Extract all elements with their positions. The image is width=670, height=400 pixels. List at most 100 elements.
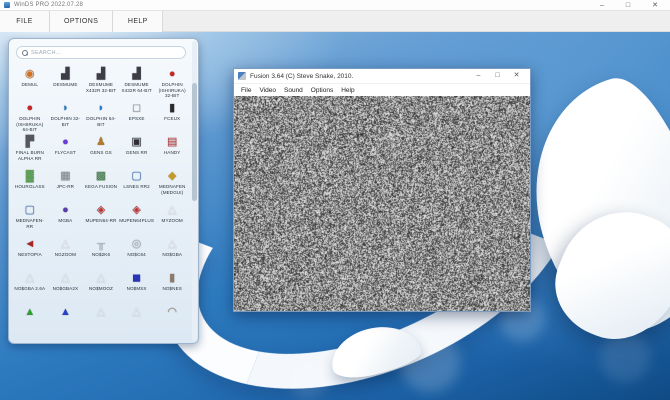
- fusion-menu-video[interactable]: Video: [255, 87, 280, 94]
- launcher-item-nestopia[interactable]: ◄ NESTOPIA: [12, 235, 48, 269]
- launcher-item-mgba[interactable]: ● MGBA: [48, 201, 84, 235]
- maximize-button[interactable]: □: [626, 0, 630, 11]
- launcher-item-myzoom[interactable]: △ MYZOOM: [154, 201, 190, 235]
- launcher-item-label: EPSXE: [129, 116, 145, 122]
- launcher-item-fceux[interactable]: ▮ FCEUX: [154, 99, 190, 133]
- handy-icon: ▤: [167, 136, 177, 149]
- lsnes-icon: ▢: [131, 170, 141, 183]
- fusion-close-button[interactable]: ✕: [507, 69, 526, 83]
- launcher-item-ngzoom[interactable]: △ NGZOOM: [48, 235, 84, 269]
- fusion-maximize-button[interactable]: □: [488, 69, 507, 83]
- emulator-static-display: [234, 96, 530, 311]
- launcher-item-label: FINAL BURN ALPHA RR: [12, 150, 47, 161]
- launcher-item-label: HOURGLASS: [15, 184, 45, 190]
- app-icon: [4, 2, 10, 8]
- fusion-window-title: Fusion 3.64 (C) Steve Snake, 2010.: [250, 73, 353, 80]
- nomsx-floppy-icon: ◼: [132, 272, 141, 285]
- launcher-item[interactable]: △: [119, 303, 155, 337]
- launcher-item-gens-rr[interactable]: ▣ GENS RR: [119, 133, 155, 167]
- nestopia-zapper-icon: ◄: [24, 238, 35, 251]
- launcher-item-flycast[interactable]: ● FLYCAST: [48, 133, 84, 167]
- launcher-item-no-gba-2-6a[interactable]: △ NO$GBA 2.6A: [12, 269, 48, 303]
- launcher-item-kega-fusion[interactable]: ▩ KEGA FUSION: [83, 167, 119, 201]
- launcher-item-label: DOLPHIN 64-BIT: [83, 116, 118, 127]
- launcher-item-no-gba2x[interactable]: △ NO$GBA2X: [48, 269, 84, 303]
- launcher-item-label: FCEUX: [164, 116, 180, 122]
- launcher-item-dolphin-32-bit[interactable]: ◗ DOLPHIN 32-BIT: [48, 99, 84, 133]
- bokeh-light: [400, 332, 460, 392]
- launcher-item-jpc-rr[interactable]: ▦ JPC-RR: [48, 167, 84, 201]
- launcher-item-final-burn-alpha-rr[interactable]: ▛ FINAL BURN ALPHA RR: [12, 133, 48, 167]
- jpc-rr-icon: ▦: [60, 170, 70, 183]
- launcher-item[interactable]: ▲: [48, 303, 84, 337]
- fusion-minimize-button[interactable]: –: [469, 69, 488, 83]
- mupen64plus-icon: ◈: [132, 204, 140, 217]
- panel-scrollbar: [192, 41, 197, 341]
- launcher-item-label: LSNES RR2: [123, 184, 149, 190]
- fusion-menu-help[interactable]: Help: [337, 87, 358, 94]
- launcher-item-label: NESTOPIA: [18, 252, 42, 258]
- launcher-item-no-msx[interactable]: ◼ NO$MSX: [119, 269, 155, 303]
- search-input[interactable]: [31, 50, 180, 56]
- fusion-titlebar: Fusion 3.64 (C) Steve Snake, 2010. – □ ✕: [234, 69, 530, 84]
- scrollbar-thumb[interactable]: [192, 83, 197, 201]
- nogba-triangle-icon: △: [168, 238, 176, 251]
- dolphin-ishiiruka-icon: ●: [26, 102, 33, 115]
- menu-options[interactable]: OPTIONS: [50, 11, 113, 32]
- mednafen-rr-icon: ▢: [25, 204, 35, 217]
- launcher-item-label: MGBA: [58, 218, 72, 224]
- launcher-item-lsnes-rr2[interactable]: ▢ LSNES RR2: [119, 167, 155, 201]
- kega-fusion-icon: ▩: [96, 170, 106, 183]
- launcher-item-handy[interactable]: ▤ HANDY: [154, 133, 190, 167]
- demul-icon: ◉: [25, 68, 35, 81]
- fusion-menu-options[interactable]: Options: [307, 87, 337, 94]
- launcher-item-demul[interactable]: ◉ DEMUL: [12, 65, 48, 99]
- launcher-item-no-c64[interactable]: ◎ NO$C64: [119, 235, 155, 269]
- launcher-item-mednafen-rr[interactable]: ▢ MEDNAFEN-RR: [12, 201, 48, 235]
- fusion-app-icon: [238, 72, 246, 80]
- launcher-item-mednafen-medgui[interactable]: ◆ MEDNAFEN (MEDGUI): [154, 167, 190, 201]
- launcher-item-no-nes[interactable]: ▮ NO$NES: [154, 269, 190, 303]
- white-triangle-icon: △: [97, 306, 105, 319]
- launcher-item-dolphin-ishiiruka-32-bit[interactable]: ● DOLPHIN (ISHIIRUKA) 32-BIT: [154, 65, 190, 99]
- launcher-item-no-mooz[interactable]: △ NO$MOOZ: [83, 269, 119, 303]
- launcher-item-dolphin-ishiiruka-64-bit[interactable]: ● DOLPHIN (ISHIIRUKA) 64-BIT: [12, 99, 48, 133]
- launcher-item-no-2k6[interactable]: ╥ NO$2K6: [83, 235, 119, 269]
- nones-cartridge-icon: ▮: [169, 272, 175, 285]
- fceux-icon: ▮: [169, 102, 175, 115]
- close-button[interactable]: ✕: [652, 0, 658, 11]
- dolphin-icon: ◗: [98, 102, 105, 115]
- fusion-menu-sound[interactable]: Sound: [280, 87, 307, 94]
- menu-file[interactable]: FILE: [0, 11, 50, 32]
- fusion-window-controls: – □ ✕: [469, 69, 526, 83]
- launcher-item[interactable]: ◠: [154, 303, 190, 337]
- launcher-item-hourglass[interactable]: ▓ HOURGLASS: [12, 167, 48, 201]
- mednafen-medgui-icon: ◆: [168, 170, 176, 183]
- minimize-button[interactable]: –: [600, 0, 604, 11]
- launcher-item-desmume-x432r-64-bit[interactable]: ▟ DESMUME X432R 64-BIT: [119, 65, 155, 99]
- menu-help[interactable]: HELP: [113, 11, 163, 32]
- launcher-item-mupen64plus[interactable]: ◈ MUPEN64PLUS: [119, 201, 155, 235]
- fusion-menu-file[interactable]: File: [237, 87, 255, 94]
- launcher-item-label: NO$MSX: [127, 286, 147, 292]
- desmume-icon: ▟: [132, 68, 140, 81]
- myzoom-triangle-icon: △: [168, 204, 176, 217]
- launcher-item-dolphin-64-bit[interactable]: ◗ DOLPHIN 64-BIT: [83, 99, 119, 133]
- launcher-item-gens-gs[interactable]: ♟ GENS GS: [83, 133, 119, 167]
- launcher-item-desmume[interactable]: ▟ DESMUME: [48, 65, 84, 99]
- launcher-item-label: HANDY: [164, 150, 181, 156]
- launcher-item-desmume-x432r-32-bit[interactable]: ▟ DESMUME X432R 32-BIT: [83, 65, 119, 99]
- launcher-item-no-gba[interactable]: △ NO$GBA: [154, 235, 190, 269]
- launcher-item-label: DESMUME X432R 64-BIT: [119, 82, 154, 93]
- launcher-item-label: NO$GBA 2.6A: [14, 286, 45, 292]
- epsxe-gamepad-icon: ◻: [132, 102, 141, 115]
- launcher-item[interactable]: △: [83, 303, 119, 337]
- gens-rr-icon: ▣: [131, 136, 141, 149]
- window-controls: – □ ✕: [600, 0, 666, 11]
- launcher-item[interactable]: ▲: [12, 303, 48, 337]
- nomooz-triangle-icon: △: [97, 272, 105, 285]
- launcher-item-mupen64-rr[interactable]: ◈ MUPEN64-RR: [83, 201, 119, 235]
- launcher-item-epsxe[interactable]: ◻ EPSXE: [119, 99, 155, 133]
- launcher-item-label: DESMUME: [53, 82, 77, 88]
- launcher-item-label: JPC-RR: [57, 184, 74, 190]
